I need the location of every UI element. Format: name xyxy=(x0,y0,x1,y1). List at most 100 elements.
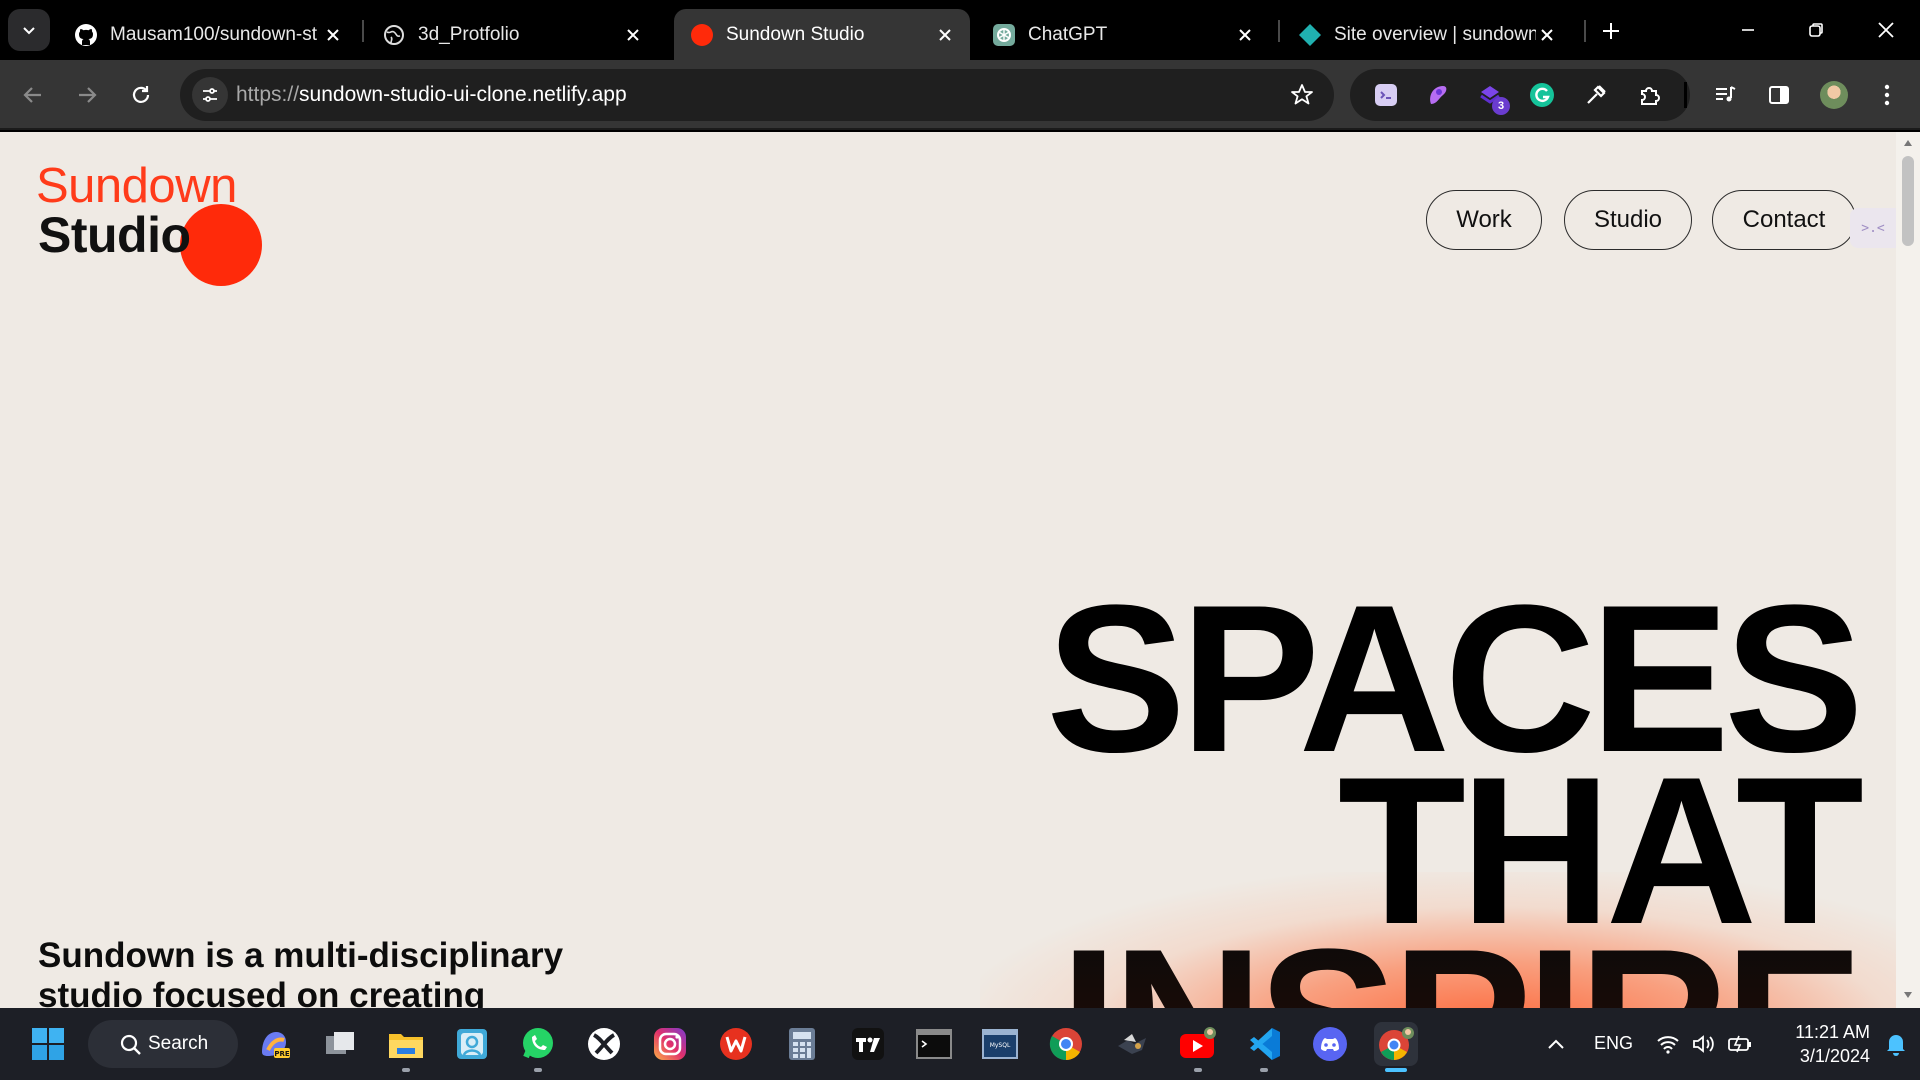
tab-chatgpt[interactable]: ChatGPT xyxy=(976,9,1270,60)
star-icon xyxy=(1291,84,1313,105)
github-icon xyxy=(74,23,98,47)
whatsapp-icon[interactable] xyxy=(516,1022,560,1072)
arrow-left-icon xyxy=(23,87,41,103)
chrome-icon[interactable] xyxy=(1044,1022,1088,1066)
chevron-up-icon xyxy=(1548,1039,1564,1049)
xbox-icon[interactable] xyxy=(582,1022,626,1066)
forward-button[interactable] xyxy=(68,76,106,114)
page-scrollbar[interactable] xyxy=(1896,132,1920,1008)
site-info-button[interactable] xyxy=(192,77,228,113)
svg-text:MySQL: MySQL xyxy=(990,1042,1011,1049)
extension-blocks-icon[interactable]: 3 xyxy=(1476,81,1510,115)
bookmark-button[interactable] xyxy=(1288,81,1316,109)
scroll-up-icon[interactable] xyxy=(1903,138,1913,148)
kebab-menu-icon xyxy=(1884,84,1890,106)
clock-time: 11:21 AM xyxy=(1795,1022,1870,1042)
red-dot-icon xyxy=(690,23,714,47)
tab-sundown-studio[interactable]: Sundown Studio xyxy=(674,9,970,60)
scroll-down-icon[interactable] xyxy=(1903,990,1913,1000)
restore-icon xyxy=(1809,23,1823,37)
clock-date: 3/1/2024 xyxy=(1799,1046,1870,1066)
file-explorer-icon[interactable] xyxy=(384,1022,428,1072)
calculator-icon[interactable] xyxy=(780,1022,824,1066)
menu-button[interactable] xyxy=(1868,76,1906,114)
minimize-button[interactable] xyxy=(1724,10,1772,50)
nav-contact-button[interactable]: Contact xyxy=(1712,190,1856,250)
scrollbar-thumb[interactable] xyxy=(1902,156,1914,246)
back-button[interactable] xyxy=(14,76,52,114)
grammarly-icon[interactable] xyxy=(1528,81,1556,109)
wps-office-icon[interactable] xyxy=(714,1022,758,1066)
new-tab-button[interactable] xyxy=(1596,16,1626,46)
plus-icon xyxy=(1603,23,1619,39)
nav-work-button[interactable]: Work xyxy=(1426,190,1542,250)
minimize-icon xyxy=(1742,29,1754,31)
extension-devtools-icon[interactable] xyxy=(1372,81,1400,109)
url-host: sundown-studio-ui-clone.netlify.app xyxy=(299,83,627,106)
vscode-icon[interactable] xyxy=(1242,1022,1286,1072)
svg-text:PRE: PRE xyxy=(274,1050,290,1058)
image-app-icon[interactable] xyxy=(450,1022,494,1066)
reload-button[interactable] xyxy=(122,76,160,114)
address-bar[interactable]: https://sundown-studio-ui-clone.netlify.… xyxy=(180,69,1334,121)
tab-title: Site overview | sundown- xyxy=(1334,23,1536,45)
tab-search-button[interactable] xyxy=(8,9,50,51)
mysql-workbench-icon[interactable]: MySQL xyxy=(978,1022,1022,1066)
browser-toolbar: https://sundown-studio-ui-clone.netlify.… xyxy=(0,60,1920,130)
close-icon[interactable] xyxy=(1536,24,1558,46)
hero-line-3: INSPIRE xyxy=(1060,918,1864,1009)
chrome-profile-icon[interactable] xyxy=(1374,1022,1418,1072)
netlify-icon xyxy=(1298,23,1322,47)
globe-icon xyxy=(382,23,406,47)
game-app-icon[interactable] xyxy=(1110,1022,1154,1066)
media-control-button[interactable] xyxy=(1706,76,1744,114)
side-panel-icon xyxy=(1769,86,1789,104)
discord-icon[interactable] xyxy=(1308,1022,1352,1066)
notifications-button[interactable] xyxy=(1874,1022,1918,1066)
instagram-icon[interactable] xyxy=(648,1022,692,1066)
bell-icon xyxy=(1887,1035,1905,1056)
close-icon[interactable] xyxy=(1234,24,1256,46)
url-text[interactable]: https://sundown-studio-ui-clone.netlify.… xyxy=(236,83,627,107)
tab-title: 3d_Protfolio xyxy=(418,23,520,45)
show-hidden-icons-button[interactable] xyxy=(1534,1022,1578,1066)
tab-github[interactable]: Mausam100/sundown-st xyxy=(58,9,358,60)
extension-side-tab[interactable]: >.< xyxy=(1850,208,1896,248)
tab-netlify[interactable]: Site overview | sundown- xyxy=(1282,9,1572,60)
restore-button[interactable] xyxy=(1792,10,1840,50)
youtube-icon[interactable] xyxy=(1176,1022,1220,1072)
windows-start-button[interactable] xyxy=(26,1022,70,1066)
system-clock[interactable]: 11:21 AM 3/1/2024 xyxy=(1770,1020,1870,1068)
window-close-button[interactable] xyxy=(1862,10,1910,50)
extension-palette-icon[interactable] xyxy=(1424,81,1452,109)
extension-badge: 3 xyxy=(1492,97,1510,115)
close-icon[interactable] xyxy=(622,24,644,46)
chatgpt-icon xyxy=(992,23,1016,47)
site-logo[interactable]: Sundown Studio xyxy=(36,162,276,286)
running-indicator xyxy=(1260,1068,1268,1072)
taskbar-search[interactable]: Search xyxy=(88,1020,238,1068)
windows-logo-icon xyxy=(32,1028,64,1060)
tradingview-icon[interactable] xyxy=(846,1022,890,1066)
tab-title: ChatGPT xyxy=(1028,23,1108,45)
color-picker-icon[interactable] xyxy=(1582,81,1610,109)
close-icon[interactable] xyxy=(322,24,344,46)
language-indicator[interactable]: ENG xyxy=(1594,1033,1633,1054)
side-panel-button[interactable] xyxy=(1760,76,1798,114)
close-icon[interactable] xyxy=(934,24,956,46)
nav-studio-button[interactable]: Studio xyxy=(1564,190,1692,250)
tab-separator xyxy=(1584,20,1586,42)
windows-taskbar: Search PRE MySQL ENG 11:21 AM 3/1/2024 xyxy=(0,1008,1920,1080)
task-view-icon[interactable] xyxy=(318,1022,362,1066)
profile-avatar[interactable] xyxy=(1820,81,1848,109)
queue-music-icon xyxy=(1716,86,1736,102)
battery-icon[interactable] xyxy=(1718,1022,1762,1066)
tab-separator xyxy=(362,20,364,42)
tab-3d-portfolio[interactable]: 3d_Protfolio xyxy=(366,9,658,60)
search-label: Search xyxy=(148,1033,209,1054)
copilot-icon[interactable]: PRE xyxy=(252,1022,296,1066)
terminal-icon[interactable] xyxy=(912,1022,956,1066)
extensions-puzzle-icon[interactable] xyxy=(1636,81,1664,109)
logo-text-bottom: Studio xyxy=(38,207,191,263)
page-viewport: Sundown Studio Work Studio Contact >.< S… xyxy=(0,132,1896,1008)
